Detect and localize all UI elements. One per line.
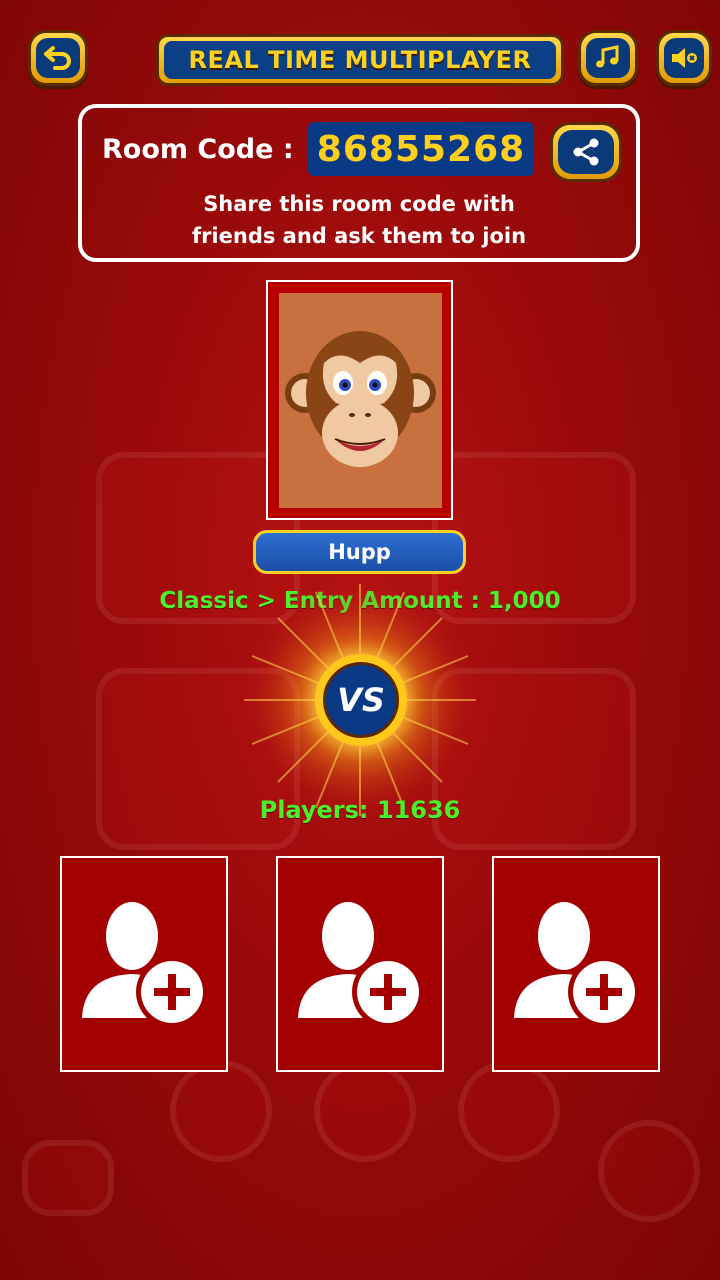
background-spin-wheel (598, 1120, 700, 1222)
background-facebook-circle (314, 1060, 416, 1162)
room-code-value: 86855268 (308, 122, 534, 176)
share-icon (573, 138, 599, 166)
back-arrow-icon (44, 46, 71, 70)
background-star-circle (170, 1060, 272, 1162)
vs-badge: VS (315, 654, 407, 746)
player-card (266, 280, 453, 520)
room-code-panel: Room Code : 86855268 Share this room cod… (78, 104, 640, 262)
room-code-hint: Share this room code with friends and as… (82, 188, 636, 252)
speaker-mute-icon (672, 48, 697, 68)
invite-slot-3[interactable] (492, 856, 660, 1072)
title-banner: REAL TIME MULTIPLAYER (156, 34, 564, 86)
sound-button[interactable] (656, 30, 712, 86)
music-note-icon (596, 45, 619, 68)
vs-label: VS (323, 662, 399, 738)
background-video-button (22, 1140, 114, 1216)
background-share-circle (458, 1060, 560, 1162)
room-hint-line-1: Share this room code with (203, 192, 515, 216)
avatar (279, 293, 442, 508)
invite-slot-1[interactable] (60, 856, 228, 1072)
add-user-icon (298, 902, 424, 1028)
page-title: REAL TIME MULTIPLAYER (164, 41, 556, 79)
invite-slot-2[interactable] (276, 856, 444, 1072)
room-hint-line-2: friends and ask them to join (191, 224, 527, 248)
add-user-icon (514, 902, 640, 1028)
players-count: Players: 11636 (259, 796, 461, 824)
player-name: Hupp (253, 530, 466, 574)
share-button[interactable] (550, 122, 622, 182)
add-user-icon (82, 902, 208, 1028)
room-code-label: Room Code : (102, 134, 294, 165)
monkey-avatar-icon (285, 331, 436, 467)
music-button[interactable] (578, 30, 638, 86)
back-button[interactable] (28, 30, 88, 86)
